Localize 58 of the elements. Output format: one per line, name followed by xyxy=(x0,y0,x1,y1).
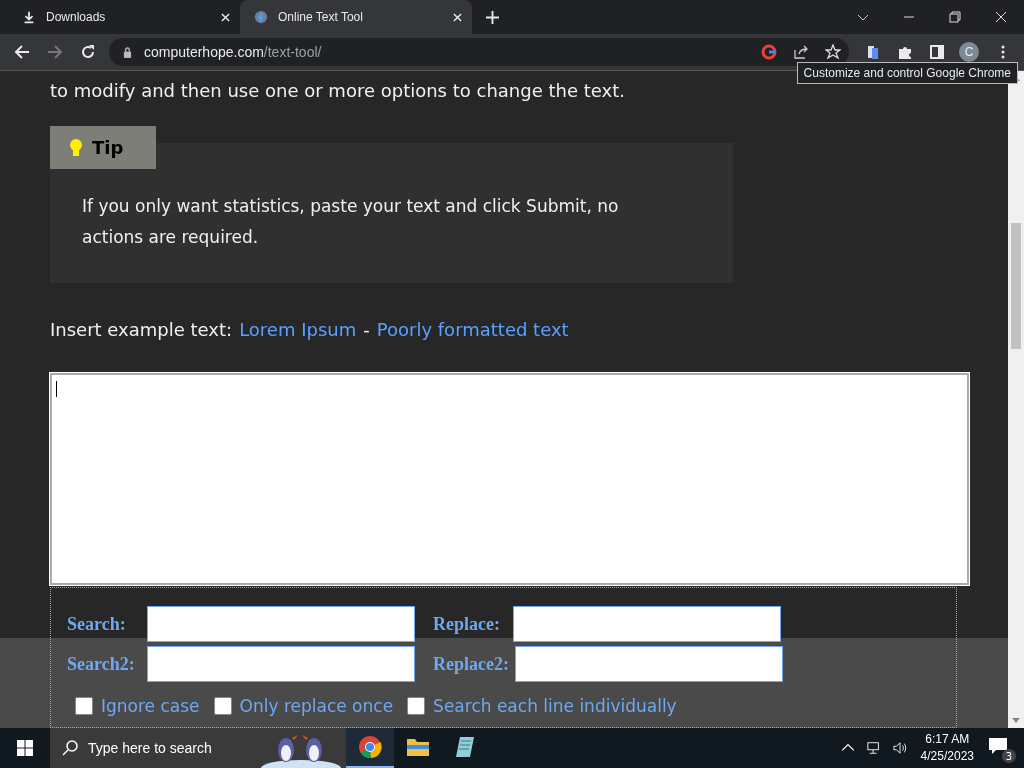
download-icon xyxy=(22,10,36,24)
share-icon[interactable] xyxy=(793,44,809,60)
windows-start-icon[interactable] xyxy=(17,740,33,756)
back-icon[interactable] xyxy=(14,44,30,60)
close-icon[interactable] xyxy=(453,12,462,22)
text-input-area[interactable] xyxy=(50,373,969,585)
profile-avatar[interactable]: C xyxy=(959,42,979,62)
checkbox-label[interactable]: Search each line individually xyxy=(433,696,677,716)
clock[interactable]: 6:17 AM 4/25/2023 xyxy=(920,731,974,765)
example-label: Insert example text: xyxy=(50,319,233,340)
network-icon[interactable] xyxy=(866,741,881,755)
forward-icon[interactable] xyxy=(47,44,63,60)
field-label: Search: xyxy=(67,613,127,635)
checkbox[interactable] xyxy=(213,697,232,715)
lock-icon xyxy=(123,46,132,58)
close-icon[interactable] xyxy=(221,12,230,22)
extension-icon[interactable] xyxy=(865,44,881,60)
checkbox-label[interactable]: Ignore case xyxy=(101,696,200,716)
chrome-icon xyxy=(358,735,382,759)
side-panel-icon[interactable] xyxy=(929,44,945,60)
clock-date: 4/25/2023 xyxy=(920,748,974,765)
google-icon[interactable] xyxy=(761,44,777,60)
speaker-icon[interactable] xyxy=(892,741,907,755)
taskbar-app[interactable] xyxy=(346,728,394,768)
tip-title: Tip xyxy=(92,137,124,158)
star-icon[interactable] xyxy=(825,44,841,60)
field-label: Replace: xyxy=(433,613,501,635)
input-field[interactable] xyxy=(147,606,415,642)
notification-icon[interactable] xyxy=(988,737,1008,755)
field-label: Replace2: xyxy=(433,653,509,675)
reload-icon[interactable] xyxy=(80,44,96,60)
new-tab-icon[interactable] xyxy=(486,10,499,24)
input-field[interactable] xyxy=(513,606,781,642)
checkbox[interactable] xyxy=(75,697,93,715)
example-link[interactable]: Poorly formatted text xyxy=(376,319,569,340)
scroll-thumb[interactable] xyxy=(1011,223,1021,349)
browser-tab[interactable]: Online Text Tool xyxy=(240,0,472,34)
browser-tab[interactable]: Downloads xyxy=(8,0,240,34)
address-bar[interactable]: computerhope.com/text-tool/ xyxy=(109,38,849,66)
checkbox[interactable] xyxy=(407,697,426,715)
close-icon[interactable] xyxy=(995,11,1007,23)
clock-time: 6:17 AM xyxy=(925,731,970,748)
notification-count: 3 xyxy=(1002,749,1016,763)
input-field[interactable] xyxy=(147,646,415,682)
restore-icon[interactable] xyxy=(949,11,961,23)
example-link[interactable]: Lorem Ipsum xyxy=(239,319,357,340)
input-field[interactable] xyxy=(515,646,783,682)
puzzle-icon[interactable] xyxy=(897,44,913,60)
tip-text: If you only want statistics, paste your text and click Submit, no actions are required. xyxy=(82,195,620,249)
tooltip: Customize and control Google Chrome xyxy=(796,62,1018,84)
separator: - xyxy=(363,319,370,340)
intro-text: to modify and then use one or more options to change the text. xyxy=(50,79,626,103)
scroll-down-icon[interactable] xyxy=(1012,718,1020,724)
lightbulb-icon xyxy=(70,137,82,158)
site-icon xyxy=(254,10,268,24)
search-icon xyxy=(62,740,78,756)
checkbox-label[interactable]: Only replace once xyxy=(239,696,394,716)
field-label: Search2: xyxy=(67,653,136,675)
